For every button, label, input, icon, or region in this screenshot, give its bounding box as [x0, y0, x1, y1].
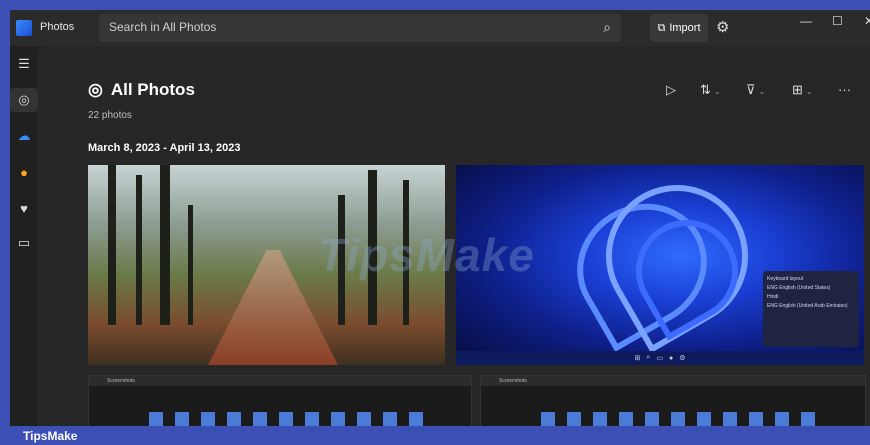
file-icon — [723, 412, 737, 426]
footer-brand: TipsMake — [23, 429, 78, 443]
icloud-photos-icon[interactable]: ● — [10, 160, 38, 184]
explorer-screenshot-2[interactable]: Screenshots — [480, 375, 866, 426]
taskbar-settings-icon: ⚙ — [679, 355, 686, 362]
file-icon — [619, 412, 633, 426]
thumb-title: Screenshots — [481, 376, 865, 386]
thumb-title: Screenshots — [89, 376, 471, 386]
chevron-down-icon: ⌄ — [758, 87, 766, 96]
chevron-down-icon: ⌄ — [713, 87, 721, 96]
settings-icon[interactable]: ⚙ — [716, 18, 729, 36]
import-label: Import — [669, 22, 701, 34]
photos-window: Photos Search in All Photos ⌕ ⧉ Import ⚙… — [10, 10, 870, 426]
search-icon[interactable]: ⌕ — [603, 19, 611, 36]
file-icon-row — [541, 412, 815, 426]
panel-item: ENG English (United Arab Emirates) — [767, 303, 848, 309]
import-button[interactable]: ⧉ Import — [650, 14, 708, 42]
file-icon — [331, 412, 345, 426]
watermark: TipsMake — [318, 229, 535, 281]
onedrive-icon[interactable]: ☁ — [10, 124, 38, 148]
taskbar: ⊞ ⌕ ▭ ● ⚙ — [456, 351, 864, 365]
all-photos-title-icon: ◎ — [88, 80, 103, 99]
main-content: ◎ All Photos 22 photos March 8, 2023 - A… — [38, 46, 870, 426]
page-title-text: All Photos — [110, 80, 195, 99]
taskbar-browser-icon: ● — [668, 354, 674, 362]
tree-trunk — [160, 165, 170, 325]
close-button[interactable]: ✕ — [864, 14, 870, 28]
taskbar-folder-icon: ▭ — [656, 355, 663, 362]
tree-trunk — [108, 165, 116, 325]
search-input[interactable]: Search in All Photos — [109, 20, 216, 34]
file-icon — [409, 412, 423, 426]
photos-app-icon — [16, 20, 32, 36]
file-icon — [567, 412, 581, 426]
file-icon — [383, 412, 397, 426]
sort-icon: ⇅ — [700, 82, 711, 97]
title-bar: Photos Search in All Photos ⌕ ⧉ Import ⚙… — [10, 10, 870, 46]
more-options-icon[interactable]: ··· — [838, 82, 851, 97]
photo-count: 22 photos — [88, 110, 132, 121]
file-icon — [749, 412, 763, 426]
explorer-screenshot-1[interactable]: Screenshots — [88, 375, 472, 426]
sidebar: ☰ ◎ ☁ ● ♥ ▭ — [10, 46, 38, 426]
file-icon — [801, 412, 815, 426]
all-photos-icon[interactable]: ◎ — [10, 88, 38, 112]
tree-trunk — [188, 205, 193, 325]
file-icon — [279, 412, 293, 426]
panel-item: Hindi — [767, 294, 779, 300]
view-button[interactable]: ⊞ ⌄ — [792, 82, 813, 98]
date-range-heading: March 8, 2023 - April 13, 2023 — [88, 142, 241, 154]
file-icon — [149, 412, 163, 426]
import-icon: ⧉ — [657, 21, 666, 34]
file-icon — [697, 412, 711, 426]
app-title: Photos — [40, 21, 75, 33]
file-icon — [305, 412, 319, 426]
sort-button[interactable]: ⇅ ⌄ — [700, 82, 721, 98]
chevron-down-icon: ⌄ — [805, 87, 813, 96]
file-icon-row — [149, 412, 423, 426]
slideshow-icon[interactable]: ▷ — [666, 82, 676, 98]
favorites-icon[interactable]: ♥ — [10, 196, 38, 220]
keyboard-layout-panel: Keyboard layout ENG English (United Stat… — [763, 271, 859, 347]
windows-logo-icon: ⊞ — [634, 355, 641, 362]
page-title: ◎ All Photos — [88, 80, 195, 100]
file-icon — [775, 412, 789, 426]
minimize-button[interactable]: — — [800, 14, 812, 28]
file-icon — [227, 412, 241, 426]
maximize-button[interactable]: ☐ — [832, 14, 843, 28]
taskbar-search-icon: ⌕ — [646, 354, 651, 361]
footer-bar: TipsMake — [0, 426, 870, 445]
filter-button[interactable]: ⊽ ⌄ — [746, 82, 765, 98]
file-icon — [253, 412, 267, 426]
menu-icon[interactable]: ☰ — [10, 52, 38, 76]
file-icon — [645, 412, 659, 426]
tree-trunk — [136, 175, 142, 325]
file-icon — [175, 412, 189, 426]
filter-icon: ⊽ — [746, 82, 756, 97]
view-icon: ⊞ — [792, 82, 803, 97]
file-icon — [201, 412, 215, 426]
search-box[interactable]: Search in All Photos ⌕ — [99, 14, 621, 42]
file-icon — [593, 412, 607, 426]
file-icon — [541, 412, 555, 426]
folders-icon[interactable]: ▭ — [10, 231, 38, 255]
file-icon — [357, 412, 371, 426]
panel-title: Keyboard layout — [767, 276, 804, 282]
file-icon — [671, 412, 685, 426]
panel-item: ENG English (United States) — [767, 285, 831, 291]
